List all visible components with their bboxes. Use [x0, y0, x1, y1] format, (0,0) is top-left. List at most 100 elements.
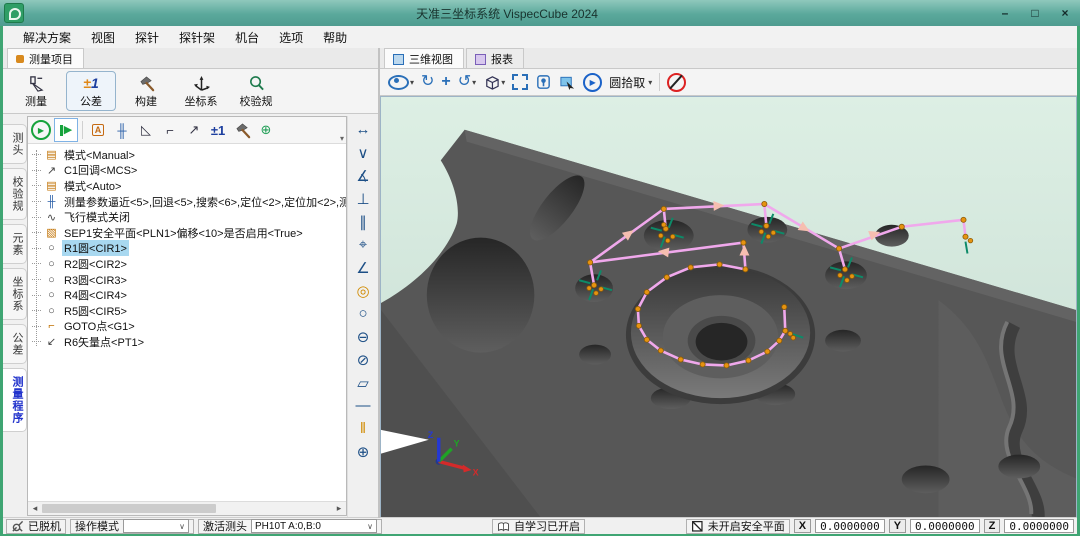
caliper-icon — [28, 75, 45, 92]
circle-pick-button[interactable]: 圆拾取▾ — [609, 74, 652, 91]
tolerance-item-button[interactable]: ±1 — [207, 119, 229, 141]
step-run-button[interactable]: ▶ — [54, 118, 78, 142]
fly-icon: ∿ — [45, 211, 58, 224]
parameters-button[interactable]: ╫ — [111, 119, 133, 141]
pattern-button[interactable]: ⊕ — [255, 119, 277, 141]
scroll-left-arrow[interactable]: ◂ — [28, 503, 42, 514]
horizontal-scrollbar[interactable]: ◂ ▸ — [28, 501, 346, 515]
joystick-disabled-icon[interactable] — [667, 73, 686, 92]
runout-icon[interactable]: ⊖ — [350, 325, 376, 348]
true-position-icon[interactable]: ⊕ — [350, 440, 376, 463]
viewport-3d[interactable]: X Y Z — [380, 96, 1077, 518]
tree-item-parameters[interactable]: ╫测量参数逼近<5>,回退<5>,搜索<6>,定位<2>,定位加<2>,测量 — [32, 194, 346, 210]
plug-icon — [11, 520, 24, 533]
menu-probe-rack[interactable]: 探针架 — [169, 27, 225, 48]
symmetry-icon[interactable]: ǁ — [350, 417, 376, 440]
x-coord-value: 0.0000000 — [815, 519, 885, 533]
visibility-button[interactable]: ▾ — [388, 75, 414, 90]
tab-coordinate-systems[interactable]: 坐标系 — [3, 268, 27, 320]
tree-item-safety-plane[interactable]: ▧SEP1安全平面<PLN1>偏移<10>是否启用<True> — [32, 225, 346, 241]
toolbar-overflow-button[interactable]: ▾ — [340, 134, 344, 143]
menu-solution[interactable]: 解决方案 — [13, 27, 81, 48]
close-button[interactable]: × — [1050, 0, 1080, 26]
maximize-button[interactable]: □ — [1020, 0, 1050, 26]
menu-probe[interactable]: 探针 — [125, 27, 169, 48]
menu-machine[interactable]: 机台 — [225, 27, 269, 48]
minimize-button[interactable]: – — [990, 0, 1020, 26]
scrollbar-thumb[interactable] — [42, 504, 216, 513]
concentricity-icon[interactable]: ◎ — [350, 279, 376, 302]
gauge-button[interactable]: 校验规 — [231, 71, 281, 111]
tab-report[interactable]: 报表 — [466, 48, 524, 68]
tree-item-mode-auto[interactable]: ▤模式<Auto> — [32, 178, 346, 194]
play-button[interactable]: ▶ — [583, 73, 602, 92]
construct-button[interactable]: 构建 — [121, 71, 171, 111]
angle-icon[interactable]: ∡ — [350, 164, 376, 187]
roundness-icon[interactable]: ○ — [350, 302, 376, 325]
panel-splitter[interactable] — [378, 48, 380, 518]
vector-point-icon: ↙ — [45, 335, 58, 348]
angle-between-icon[interactable]: ∨ — [350, 141, 376, 164]
title-bar: 天准三坐标系统 VispecCube 2024 – □ × — [0, 0, 1080, 27]
tree-item-recall[interactable]: ↗C1回调<MCS> — [32, 163, 346, 179]
menu-options[interactable]: 选项 — [269, 27, 313, 48]
tab-3d-view[interactable]: 三维视图 — [384, 48, 464, 68]
tree-item-goto[interactable]: ⌐GOTO点<G1> — [32, 319, 346, 335]
operation-mode-select[interactable]: ∨ — [123, 519, 189, 533]
program-toolbar: ▶ ▶ A ╫ ◺ ⌐ ↗ ±1 ⊕ ▾ — [28, 117, 346, 144]
parallelism-icon[interactable]: ∥ — [350, 210, 376, 233]
locate-pin-button[interactable] — [535, 74, 552, 91]
flatness-icon[interactable]: ▱ — [350, 371, 376, 394]
position-icon[interactable]: ⌖ — [350, 233, 376, 256]
tree-item-circle-r4[interactable]: ○R4圆<CIR4> — [32, 287, 346, 303]
app-icon — [4, 3, 24, 23]
tab-elements[interactable]: 元素 — [3, 224, 27, 264]
measure-button[interactable]: 测量 — [11, 71, 61, 111]
view-tab-strip: 三维视图 报表 — [380, 48, 1077, 69]
window-border-left — [0, 26, 3, 536]
coordinate-system-button[interactable]: 坐标系 — [176, 71, 226, 111]
goto-button[interactable]: ⌐ — [159, 119, 181, 141]
tab-tolerance[interactable]: 公差 — [3, 324, 27, 364]
auto-feature-button[interactable]: A — [87, 119, 109, 141]
scroll-right-arrow[interactable]: ▸ — [332, 503, 346, 514]
tab-probe[interactable]: 测头 — [3, 124, 27, 164]
coordinate-item-button[interactable]: ↗ — [183, 119, 205, 141]
gauge-label: 校验规 — [232, 93, 280, 109]
cylindricity-icon[interactable]: ⊘ — [350, 348, 376, 371]
active-probe-select[interactable]: PH10T A:0,B:0 ∨ — [251, 519, 377, 533]
play-icon: ▶ — [590, 78, 596, 87]
z-coord-value: 0.0000000 — [1004, 519, 1074, 533]
distance-icon[interactable]: ↔ — [350, 118, 376, 141]
tab-gauge[interactable]: 校验规 — [3, 168, 27, 220]
menu-view[interactable]: 视图 — [81, 27, 125, 48]
tree-item-vector-point[interactable]: ↙R6矢量点<PT1> — [32, 334, 346, 350]
run-button[interactable]: ▶ — [30, 119, 52, 141]
eye-icon — [388, 75, 409, 90]
measure-item-button[interactable]: ◺ — [135, 119, 157, 141]
pan-button[interactable]: + — [441, 73, 450, 91]
rotate-view-button[interactable]: ↺▾ — [458, 74, 476, 90]
goto-icon: ⌐ — [45, 320, 58, 332]
ribbon-toolbar: 测量 ±1 公差 构建 坐标系 校验规 — [3, 69, 378, 114]
tree-item-circle-r2[interactable]: ○R2圆<CIR2> — [32, 256, 346, 272]
construct-item-button[interactable] — [231, 119, 253, 141]
tree-item-mode-manual[interactable]: ▤模式<Manual> — [32, 147, 346, 163]
tab-measurement-items[interactable]: 测量项目 — [7, 48, 84, 68]
standard-views-button[interactable]: ▾ — [483, 74, 505, 91]
tab-measurement-program[interactable]: 测量程序 — [3, 368, 27, 432]
z-coord-label: Z — [984, 519, 1001, 533]
straightness-icon[interactable]: — — [350, 394, 376, 417]
tolerance-button[interactable]: ±1 公差 — [66, 71, 116, 111]
fit-view-button[interactable] — [512, 74, 528, 90]
select-flag-button[interactable] — [559, 74, 576, 91]
tree-item-circle-r3[interactable]: ○R3圆<CIR3> — [32, 272, 346, 288]
tree-item-fly-mode[interactable]: ∿飞行模式关闭 — [32, 209, 346, 225]
orbit-button[interactable]: ↻ — [421, 74, 434, 90]
tree-item-circle-r5[interactable]: ○R5圆<CIR5> — [32, 303, 346, 319]
perpendicularity-icon[interactable]: ⊥ — [350, 187, 376, 210]
tree-item-circle-r1[interactable]: ○R1圆<CIR1> — [32, 241, 346, 257]
menu-help[interactable]: 帮助 — [313, 27, 357, 48]
angularity-icon[interactable]: ∠ — [350, 256, 376, 279]
sliders-icon: ╫ — [45, 196, 58, 208]
